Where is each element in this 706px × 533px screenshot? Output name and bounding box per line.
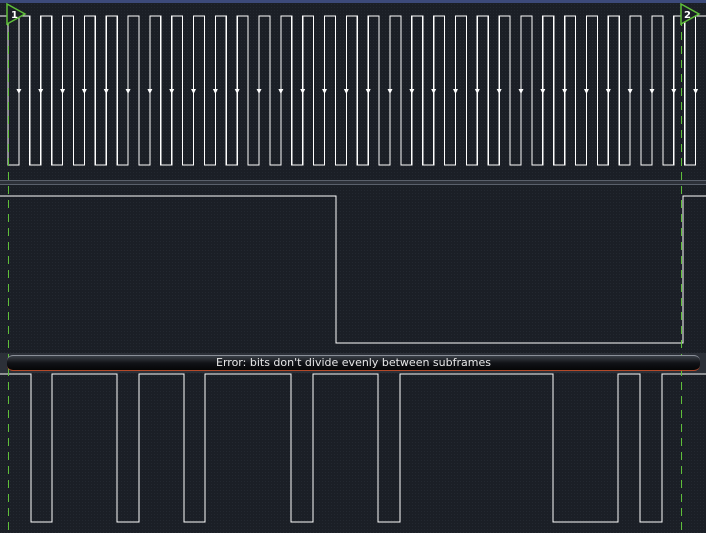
cursor-2-label: 2 (684, 10, 691, 21)
error-banner: Error: bits don't divide evenly between … (7, 355, 700, 371)
top-header-strip (0, 0, 706, 3)
waveform-viewer[interactable]: 1 2 (0, 0, 706, 533)
channel-divider-1[interactable] (0, 180, 706, 185)
cursor-1-label: 1 (11, 10, 18, 21)
error-message: Error: bits don't divide evenly between … (216, 356, 491, 369)
